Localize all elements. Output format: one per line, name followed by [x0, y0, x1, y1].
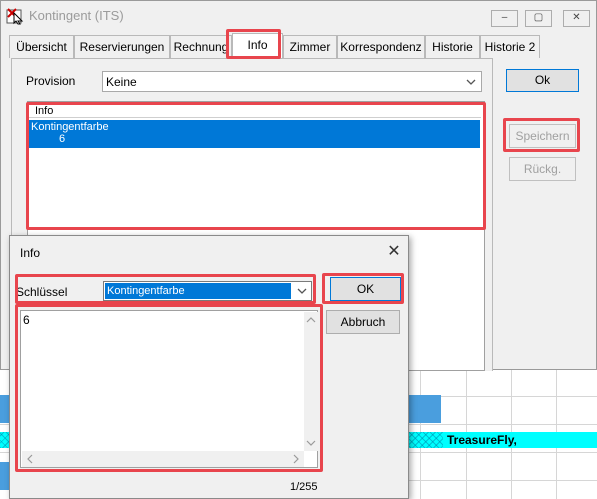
- chevron-up-icon[interactable]: [303, 312, 319, 328]
- chevron-down-icon: [297, 288, 307, 294]
- info-list-row[interactable]: Kontingentfarbe 6: [29, 120, 480, 148]
- close-icon[interactable]: ✕: [383, 241, 405, 263]
- info-row-value: 6: [59, 133, 66, 145]
- header-divider: [29, 117, 481, 118]
- tab-rechnung[interactable]: Rechnung: [170, 35, 232, 58]
- chevron-left-icon[interactable]: [22, 451, 38, 467]
- dialog-cancel-button[interactable]: Abbruch: [326, 310, 400, 334]
- dialog-ok-button[interactable]: OK: [330, 277, 401, 301]
- tab-uebersicht[interactable]: Übersicht: [9, 35, 74, 58]
- chevron-down-icon: [466, 79, 476, 85]
- textarea-value: 6: [23, 313, 30, 327]
- dialog-title: Info: [20, 246, 41, 260]
- key-select[interactable]: Kontingentfarbe: [103, 281, 312, 301]
- value-textarea[interactable]: 6: [20, 310, 318, 468]
- chevron-right-icon[interactable]: [288, 451, 304, 467]
- undo-button[interactable]: Rückg.: [509, 157, 576, 181]
- provision-select[interactable]: [102, 71, 482, 92]
- minimize-icon[interactable]: –: [491, 10, 518, 27]
- maximize-icon[interactable]: ▢: [525, 10, 552, 27]
- chevron-down-icon[interactable]: [303, 435, 319, 451]
- horizontal-scrollbar[interactable]: [22, 451, 304, 467]
- window-title: Kontingent (ITS): [29, 8, 124, 23]
- vertical-scrollbar[interactable]: [304, 312, 318, 451]
- close-icon[interactable]: ✕: [563, 10, 590, 27]
- info-dialog: Info ✕ Schlüssel Kontingentfarbe OK Abbr…: [9, 235, 409, 499]
- app-icon: [6, 8, 24, 25]
- ok-button[interactable]: Ok: [506, 69, 579, 92]
- char-counter: 1/255: [290, 481, 318, 493]
- info-row-key: Kontingentfarbe: [31, 121, 109, 133]
- tab-strip: Übersicht Reservierungen Rechnung Info Z…: [5, 33, 593, 59]
- tab-reservierungen[interactable]: Reservierungen: [74, 35, 170, 58]
- tab-historie[interactable]: Historie: [425, 35, 480, 58]
- key-select-value: Kontingentfarbe: [105, 283, 291, 299]
- booking-label: TreasureFly,: [447, 433, 517, 447]
- tab-zimmer[interactable]: Zimmer: [283, 35, 337, 58]
- tab-historie-2[interactable]: Historie 2: [480, 35, 540, 58]
- provision-label: Provision: [26, 74, 76, 88]
- tab-korrespondenz[interactable]: Korrespondenz: [337, 35, 425, 58]
- provision-value: Keine: [106, 75, 137, 89]
- tab-info[interactable]: Info: [232, 33, 283, 58]
- save-button[interactable]: Speichern: [509, 124, 576, 148]
- key-label: Schlüssel: [16, 285, 68, 299]
- info-list-header: Info: [35, 105, 54, 117]
